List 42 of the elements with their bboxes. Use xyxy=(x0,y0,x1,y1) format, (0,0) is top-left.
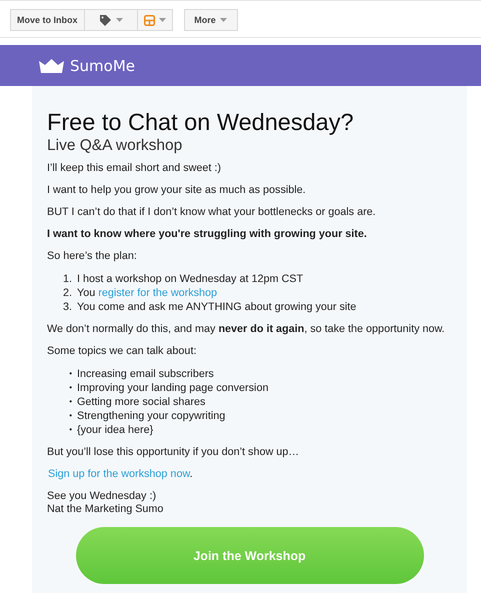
paragraph: I’ll keep this email short and sweet :) xyxy=(47,162,222,175)
paragraph: BUT I can’t do that if I don’t know what your bottlenecks or goals are. xyxy=(47,206,377,219)
list-number: 1. xyxy=(62,272,72,286)
paragraph: Sign up for the workshop now. xyxy=(48,468,194,481)
move-to-inbox-button[interactable]: Move to Inbox xyxy=(10,9,84,31)
more-button[interactable]: More xyxy=(184,9,238,31)
register-link[interactable]: register for the workshop xyxy=(98,287,218,299)
email-subtitle: Live Q&A workshop xyxy=(47,137,184,155)
paragraph: I want to know where you're struggling with growing your site. xyxy=(47,228,368,241)
list-item: Improving your landing page conversion xyxy=(77,381,268,395)
bullet: • xyxy=(68,382,72,394)
tag-icon xyxy=(98,14,112,26)
list-item: You register for the workshop xyxy=(77,286,218,300)
paragraph: Some topics we can talk about: xyxy=(47,345,198,358)
paragraph: But you’ll lose this opportunity if you don’t show up… xyxy=(47,446,300,459)
signature-line: See you Wednesday :) xyxy=(47,490,158,503)
list-item: I host a workshop on Wednesday at 12pm CST xyxy=(77,272,304,286)
paragraph: I want to help you grow your site as much as possible. xyxy=(47,184,307,197)
crown-icon xyxy=(39,58,64,72)
signature-line: Nat the Marketing Sumo xyxy=(47,503,164,516)
bullet: • xyxy=(68,424,72,436)
paragraph: We don’t normally do this, and may never do it again, so take the opportunity now. xyxy=(47,323,446,336)
caret-icon xyxy=(158,18,166,22)
email-title: Free to Chat on Wednesday? xyxy=(47,108,355,136)
list-item: Strengthening your copywriting xyxy=(77,409,226,423)
bullet: • xyxy=(68,410,72,422)
label-button[interactable] xyxy=(84,9,138,31)
layout-icon xyxy=(144,14,154,26)
brand-name: SumoMe xyxy=(70,56,135,74)
list-item: You come and ask me ANYTHING about growing your site xyxy=(77,300,356,314)
caret-icon xyxy=(116,18,122,22)
caret-icon xyxy=(220,18,227,22)
bullet: • xyxy=(68,396,72,408)
paragraph: So here’s the plan: xyxy=(47,250,138,263)
join-button[interactable]: Join the Workshop xyxy=(76,527,424,584)
list-item: Increasing email subscribers xyxy=(77,367,214,381)
list-number: 2. xyxy=(62,286,72,300)
list-number: 3. xyxy=(62,300,72,314)
list-item: {your idea here} xyxy=(77,423,154,437)
signup-link[interactable]: Sign up for the workshop now xyxy=(48,468,190,480)
list-item: Getting more social shares xyxy=(77,395,206,409)
bullet: • xyxy=(68,368,72,380)
